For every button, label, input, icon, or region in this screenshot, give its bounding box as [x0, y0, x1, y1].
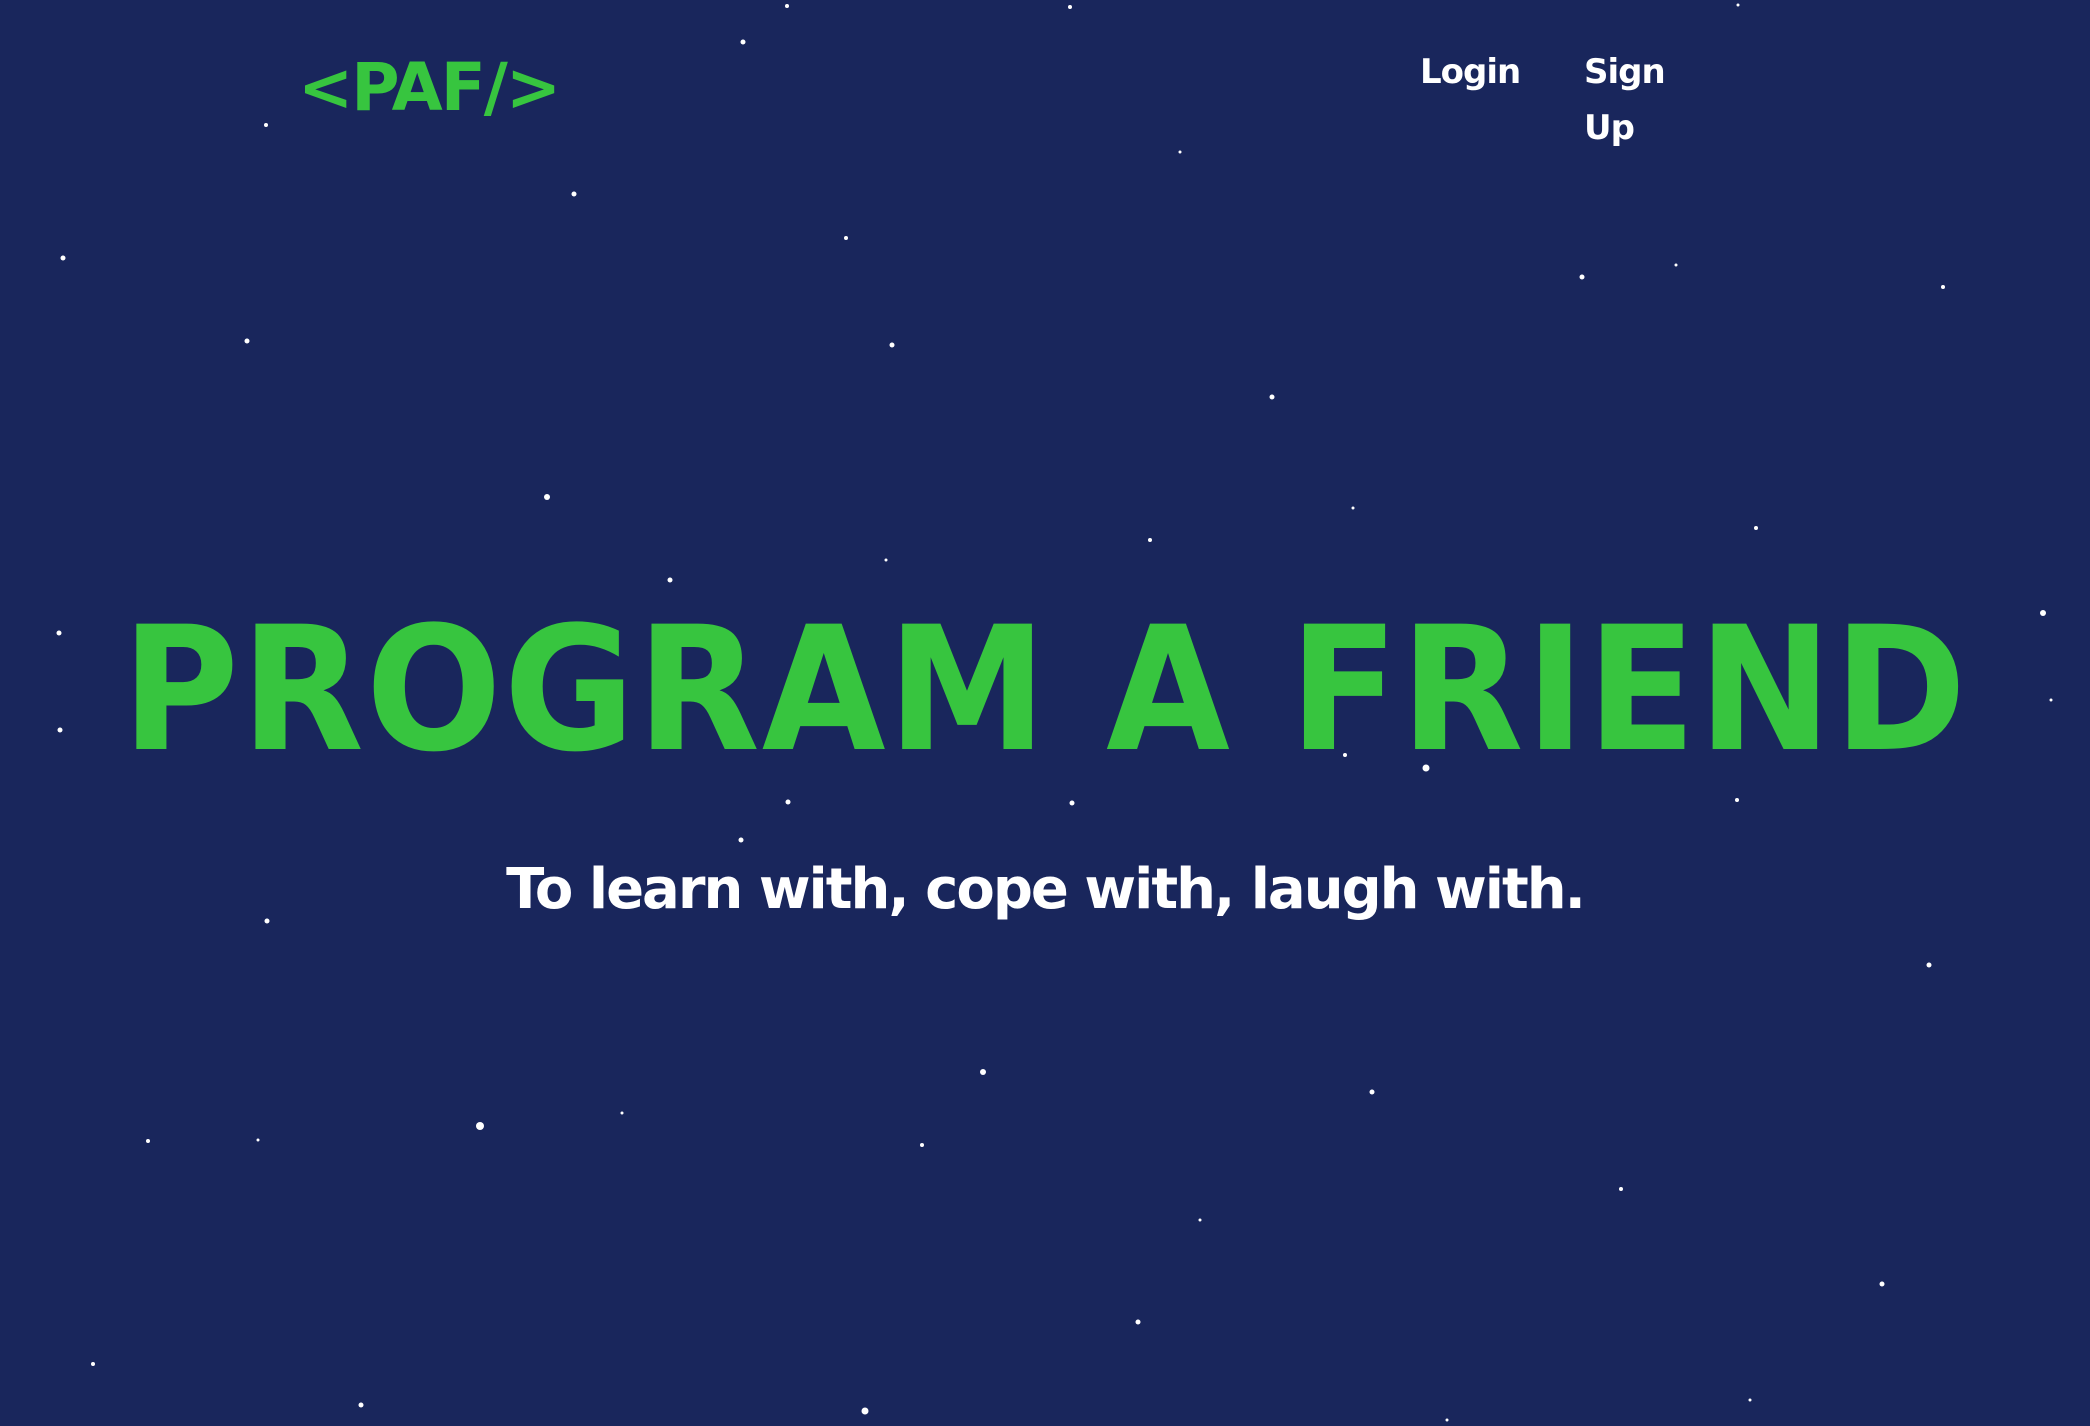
logo-link[interactable]: <PAF/>: [298, 48, 561, 128]
star: [1619, 1187, 1623, 1191]
star: [60, 255, 66, 261]
star: [1941, 285, 1945, 289]
star: [884, 558, 888, 562]
star: [1269, 394, 1275, 400]
star: [544, 494, 550, 500]
star: [1148, 538, 1152, 542]
star: [1674, 263, 1678, 267]
star: [738, 837, 744, 843]
star: [1748, 1398, 1752, 1402]
star: [1069, 800, 1075, 806]
star: [57, 727, 63, 733]
star: [1178, 150, 1182, 154]
star: [146, 1139, 150, 1143]
star: [785, 4, 789, 8]
signup-link[interactable]: Sign Up: [1584, 44, 1720, 156]
star: [785, 799, 791, 805]
star: [1754, 526, 1758, 530]
star: [620, 1111, 624, 1115]
star: [1879, 1281, 1885, 1287]
star: [476, 1122, 484, 1130]
hero-title: PROGRAM A FRIEND: [121, 589, 1969, 790]
star: [264, 123, 268, 127]
star: [1735, 798, 1739, 802]
star: [1445, 1418, 1449, 1422]
star: [1351, 506, 1355, 510]
star: [256, 1138, 260, 1142]
top-nav: Login Sign Up: [1400, 44, 1720, 148]
star: [244, 338, 250, 344]
star: [740, 39, 746, 45]
star: [889, 342, 895, 348]
star: [91, 1362, 95, 1366]
star: [1198, 1218, 1202, 1222]
star: [844, 236, 848, 240]
star: [358, 1402, 364, 1408]
star: [1068, 5, 1072, 9]
star: [920, 1143, 924, 1147]
hero-subtitle: To learn with, cope with, laugh with.: [506, 857, 1586, 922]
star: [667, 577, 673, 583]
star: [2040, 610, 2046, 616]
star: [2049, 698, 2053, 702]
star: [1926, 962, 1932, 968]
star: [861, 1407, 869, 1415]
landing-page: <PAF/> Login Sign Up PROGRAM A FRIEND To…: [0, 0, 2090, 1426]
star: [980, 1069, 986, 1075]
star: [1736, 3, 1740, 7]
star: [1579, 274, 1585, 280]
star: [1135, 1319, 1141, 1325]
star: [571, 191, 577, 197]
star: [56, 630, 62, 636]
login-link[interactable]: Login: [1420, 44, 1521, 100]
star: [1369, 1089, 1375, 1095]
